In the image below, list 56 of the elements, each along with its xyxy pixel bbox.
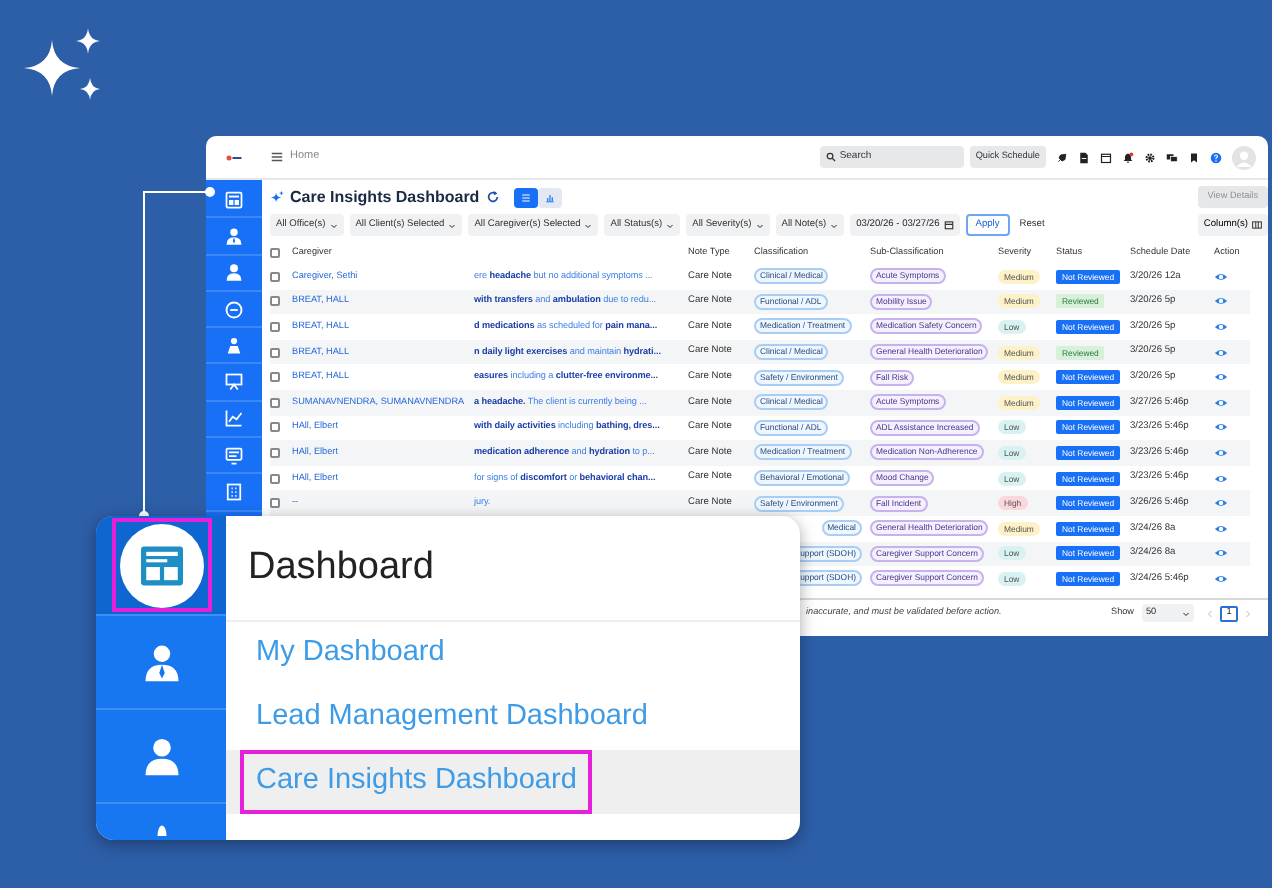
eye-icon[interactable] <box>1214 546 1228 561</box>
help-icon[interactable] <box>1210 151 1222 163</box>
row-checkbox[interactable] <box>270 372 280 383</box>
caret-icon <box>666 221 675 229</box>
person-desk-icon[interactable] <box>224 335 244 356</box>
calendar-icon[interactable] <box>1100 151 1112 163</box>
eye-icon[interactable] <box>1214 345 1228 360</box>
row-checkbox[interactable] <box>270 296 280 307</box>
eye-icon[interactable] <box>1214 445 1228 460</box>
row-checkbox[interactable] <box>270 347 280 358</box>
row-checkbox[interactable] <box>270 498 280 509</box>
eye-icon[interactable] <box>1214 294 1228 309</box>
select-all-checkbox[interactable] <box>270 248 280 258</box>
caret-icon <box>329 221 338 229</box>
sparkle-icon <box>270 190 284 204</box>
eye-icon[interactable] <box>1214 395 1228 410</box>
bell-icon[interactable] <box>1122 151 1134 163</box>
person-tie-icon[interactable] <box>224 225 244 246</box>
menu-title: Dashboard <box>248 543 434 592</box>
person-icon[interactable] <box>224 262 244 283</box>
eye-icon[interactable] <box>1214 496 1228 511</box>
chart-view-button[interactable] <box>537 187 562 207</box>
bookmark-icon[interactable] <box>1188 151 1200 163</box>
eye-icon[interactable] <box>1214 420 1228 435</box>
document-icon[interactable] <box>1078 151 1090 163</box>
refresh-icon[interactable] <box>485 190 500 204</box>
eye-icon[interactable] <box>1214 471 1228 486</box>
caret-icon <box>448 221 457 229</box>
eye-icon[interactable] <box>1214 521 1228 536</box>
page-title: Care Insights Dashboard <box>290 185 480 209</box>
calendar-icon <box>943 220 954 230</box>
eye-icon[interactable] <box>1214 269 1228 284</box>
eye-icon[interactable] <box>1214 319 1228 334</box>
list-view-button[interactable] <box>513 187 538 207</box>
monitor-icon[interactable] <box>224 445 244 466</box>
bar-chart-icon <box>543 191 556 203</box>
caret-icon <box>755 221 764 229</box>
eye-icon[interactable] <box>1214 571 1228 586</box>
row-checkbox[interactable] <box>270 271 280 282</box>
caret-icon <box>830 221 839 229</box>
line-chart-icon[interactable] <box>224 408 244 429</box>
settings-icon[interactable] <box>1144 151 1156 163</box>
row-checkbox[interactable] <box>270 397 280 408</box>
row-checkbox[interactable] <box>270 447 280 458</box>
presentation-icon[interactable] <box>224 372 244 393</box>
eye-icon[interactable] <box>1214 370 1228 385</box>
list-icon <box>519 191 532 203</box>
chat-icon[interactable] <box>1166 151 1178 163</box>
dashboard-icon[interactable] <box>224 189 244 210</box>
building-icon[interactable] <box>224 482 244 503</box>
columns-icon <box>1252 220 1262 230</box>
row-checkbox[interactable] <box>270 473 280 484</box>
caret-icon <box>584 221 593 229</box>
row-checkbox[interactable] <box>270 321 280 332</box>
search-icon <box>825 152 836 162</box>
row-checkbox[interactable] <box>270 422 280 433</box>
